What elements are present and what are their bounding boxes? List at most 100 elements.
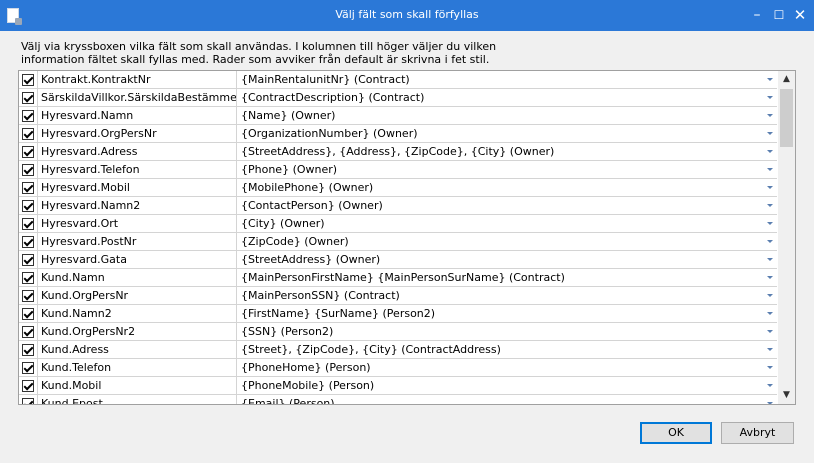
- chevron-down-icon[interactable]: [764, 107, 776, 124]
- field-name: Hyresvard.PostNr: [38, 233, 237, 250]
- row-checkbox[interactable]: [22, 326, 34, 338]
- field-value-select[interactable]: {PhoneHome} (Person): [238, 359, 777, 376]
- field-value: {ZipCode} (Owner): [241, 235, 349, 248]
- table-row: Hyresvard.Ort {City} (Owner): [19, 215, 777, 233]
- checkbox-cell: [19, 143, 38, 160]
- field-value-select[interactable]: {StreetAddress} (Owner): [238, 251, 777, 268]
- instructions-line-2: information fältet skall fyllas med. Rad…: [21, 53, 490, 66]
- chevron-down-icon[interactable]: [764, 125, 776, 142]
- field-value-select[interactable]: {ZipCode} (Owner): [238, 233, 777, 250]
- row-checkbox[interactable]: [22, 308, 34, 320]
- chevron-down-icon[interactable]: [764, 323, 776, 340]
- field-name: Kund.OrgPersNr: [38, 287, 237, 304]
- chevron-down-icon[interactable]: [764, 143, 776, 160]
- row-checkbox[interactable]: [22, 290, 34, 302]
- checkbox-cell: [19, 179, 38, 196]
- scrollbar-thumb[interactable]: [780, 89, 793, 147]
- maximize-icon[interactable]: ☐: [768, 5, 790, 25]
- chevron-down-icon[interactable]: [764, 71, 776, 88]
- table-row: Kontrakt.KontraktNr {MainRentalunitNr} (C…: [19, 71, 777, 89]
- row-checkbox[interactable]: [22, 380, 34, 392]
- row-checkbox[interactable]: [22, 164, 34, 176]
- field-value-select[interactable]: {Street}, {ZipCode}, {City} (ContractAdd…: [238, 341, 777, 358]
- table-row: Hyresvard.Namn {Name} (Owner): [19, 107, 777, 125]
- scroll-down-icon[interactable]: ▼: [778, 387, 795, 404]
- chevron-down-icon[interactable]: [764, 251, 776, 268]
- field-value: {MobilePhone} (Owner): [241, 181, 374, 194]
- row-checkbox[interactable]: [22, 146, 34, 158]
- cancel-button[interactable]: Avbryt: [721, 422, 794, 444]
- field-name: Hyresvard.Mobil: [38, 179, 237, 196]
- chevron-down-icon[interactable]: [764, 377, 776, 394]
- field-value-select[interactable]: {SSN} (Person2): [238, 323, 777, 340]
- row-checkbox[interactable]: [22, 92, 34, 104]
- chevron-down-icon[interactable]: [764, 269, 776, 286]
- table-row: Kund.Namn {MainPersonFirstName} {MainPers…: [19, 269, 777, 287]
- row-checkbox[interactable]: [22, 398, 34, 404]
- field-name: Hyresvard.OrgPersNr: [38, 125, 237, 142]
- chevron-down-icon[interactable]: [764, 359, 776, 376]
- field-value-select[interactable]: {MainPersonFirstName} {MainPersonSurName…: [238, 269, 777, 286]
- row-checkbox[interactable]: [22, 362, 34, 374]
- chevron-down-icon[interactable]: [764, 305, 776, 322]
- checkbox-cell: [19, 71, 38, 88]
- checkbox-cell: [19, 251, 38, 268]
- field-name: Hyresvard.Namn2: [38, 197, 237, 214]
- table-row: Hyresvard.Telefon {Phone} (Owner): [19, 161, 777, 179]
- chevron-down-icon[interactable]: [764, 287, 776, 304]
- field-value: {ContactPerson} (Owner): [241, 199, 383, 212]
- table-row: Hyresvard.Mobil {MobilePhone} (Owner): [19, 179, 777, 197]
- field-value: {SSN} (Person2): [241, 325, 334, 338]
- chevron-down-icon[interactable]: [764, 233, 776, 250]
- chevron-down-icon[interactable]: [764, 215, 776, 232]
- chevron-down-icon[interactable]: [764, 395, 776, 404]
- row-checkbox[interactable]: [22, 128, 34, 140]
- field-value-select[interactable]: {MobilePhone} (Owner): [238, 179, 777, 196]
- checkbox-cell: [19, 269, 38, 286]
- field-value-select[interactable]: {OrganizationNumber} (Owner): [238, 125, 777, 142]
- field-value-select[interactable]: {MainRentalunitNr} (Contract): [238, 71, 777, 88]
- field-value-select[interactable]: {Email} (Person): [238, 395, 777, 404]
- field-value-select[interactable]: {Phone} (Owner): [238, 161, 777, 178]
- checkbox-cell: [19, 377, 38, 394]
- field-value: {City} (Owner): [241, 217, 325, 230]
- row-checkbox[interactable]: [22, 74, 34, 86]
- minimize-icon[interactable]: –: [746, 5, 768, 25]
- row-checkbox[interactable]: [22, 236, 34, 248]
- field-value-select[interactable]: {ContactPerson} (Owner): [238, 197, 777, 214]
- close-icon[interactable]: ✕: [789, 5, 811, 25]
- field-name: Hyresvard.Gata: [38, 251, 237, 268]
- field-name: Kund.Telefon: [38, 359, 237, 376]
- chevron-down-icon[interactable]: [764, 341, 776, 358]
- field-value: {ContractDescription} (Contract): [241, 91, 425, 104]
- row-checkbox[interactable]: [22, 110, 34, 122]
- checkbox-cell: [19, 395, 38, 404]
- row-checkbox[interactable]: [22, 272, 34, 284]
- field-name: Hyresvard.Adress: [38, 143, 237, 160]
- field-value-select[interactable]: {PhoneMobile} (Person): [238, 377, 777, 394]
- chevron-down-icon[interactable]: [764, 179, 776, 196]
- field-value: {PhoneHome} (Person): [241, 361, 371, 374]
- field-value-select[interactable]: {FirstName} {SurName} (Person2): [238, 305, 777, 322]
- checkbox-cell: [19, 107, 38, 124]
- ok-button[interactable]: OK: [640, 422, 712, 444]
- row-checkbox[interactable]: [22, 254, 34, 266]
- row-checkbox[interactable]: [22, 182, 34, 194]
- field-value-select[interactable]: {MainPersonSSN} (Contract): [238, 287, 777, 304]
- table-row: Kund.OrgPersNr2 {SSN} (Person2): [19, 323, 777, 341]
- chevron-down-icon[interactable]: [764, 161, 776, 178]
- row-checkbox[interactable]: [22, 218, 34, 230]
- checkbox-cell: [19, 89, 38, 106]
- checkbox-cell: [19, 197, 38, 214]
- row-checkbox[interactable]: [22, 344, 34, 356]
- vertical-scrollbar[interactable]: ▲ ▼: [778, 71, 795, 404]
- table-row: Kund.Mobil {PhoneMobile} (Person): [19, 377, 777, 395]
- field-value-select[interactable]: {StreetAddress}, {Address}, {ZipCode}, {…: [238, 143, 777, 160]
- field-value-select[interactable]: {ContractDescription} (Contract): [238, 89, 777, 106]
- chevron-down-icon[interactable]: [764, 89, 776, 106]
- row-checkbox[interactable]: [22, 200, 34, 212]
- field-value-select[interactable]: {Name} (Owner): [238, 107, 777, 124]
- field-value-select[interactable]: {City} (Owner): [238, 215, 777, 232]
- scroll-up-icon[interactable]: ▲: [778, 71, 795, 88]
- chevron-down-icon[interactable]: [764, 197, 776, 214]
